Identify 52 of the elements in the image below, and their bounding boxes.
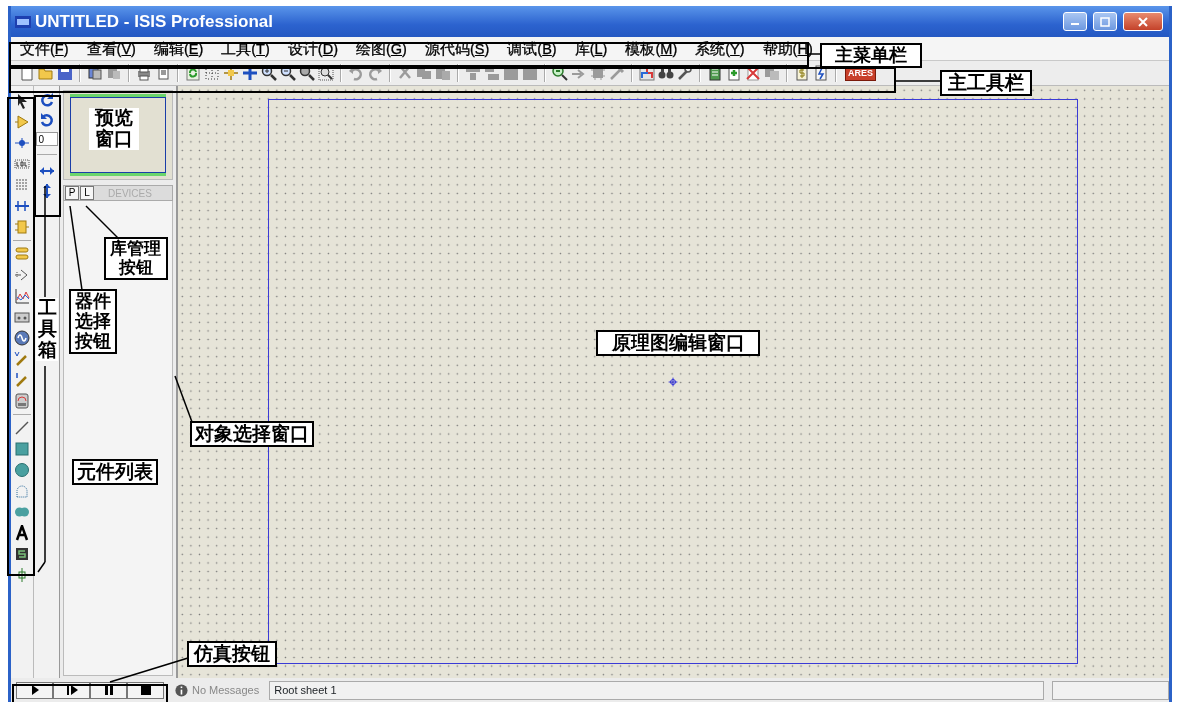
rotate-anticlockwise-icon[interactable] xyxy=(38,112,55,128)
leader-line xyxy=(174,375,193,423)
origin-marker-icon xyxy=(668,376,678,387)
annotation-label: 器件选择按钮 xyxy=(69,289,117,355)
annotation-label: 库管理按钮 xyxy=(104,237,168,281)
box-icon[interactable] xyxy=(14,441,30,457)
maximize-button[interactable] xyxy=(1093,12,1117,31)
junction-dot-icon[interactable] xyxy=(14,135,30,151)
circle-icon[interactable] xyxy=(14,462,30,478)
bus-icon[interactable] xyxy=(14,198,30,214)
step-icon xyxy=(65,685,78,695)
symbol-icon[interactable] xyxy=(14,546,30,562)
tape-recorder-icon[interactable] xyxy=(14,309,30,325)
line-icon[interactable] xyxy=(14,420,30,436)
terminal-icon[interactable] xyxy=(14,246,30,262)
rotate-clockwise-icon[interactable] xyxy=(38,92,55,108)
message-status: No Messages xyxy=(191,682,260,698)
info-icon xyxy=(175,683,188,697)
generator-icon[interactable] xyxy=(14,330,30,346)
minimize-button[interactable] xyxy=(1063,12,1087,31)
maximize-icon xyxy=(1100,16,1110,27)
annotation-label: 主菜单栏 xyxy=(820,43,922,68)
window-title: UNTITLED - ISIS Professional xyxy=(35,10,274,33)
pause-icon xyxy=(103,685,114,695)
close-button[interactable] xyxy=(1123,12,1163,31)
library-tab[interactable]: L xyxy=(80,186,94,200)
component-icon[interactable] xyxy=(14,114,30,130)
virtual-instrument-icon[interactable] xyxy=(14,393,30,409)
text-icon[interactable] xyxy=(14,525,30,541)
voltage-probe-icon[interactable] xyxy=(14,351,30,367)
annotation-label: 工具箱 xyxy=(36,298,58,361)
annotation-label: 原理图编辑窗口 xyxy=(596,330,760,356)
play-icon xyxy=(29,685,40,695)
current-probe-icon[interactable] xyxy=(14,372,30,388)
component-list[interactable] xyxy=(63,201,173,676)
annotation-label: 元件列表 xyxy=(72,459,158,485)
graph-icon[interactable] xyxy=(14,288,30,304)
leader-line xyxy=(894,80,941,82)
annotation-label: 预览窗口 xyxy=(89,108,139,150)
app-icon xyxy=(15,13,31,30)
sheet-status: Root sheet 1 xyxy=(269,680,1044,700)
close-icon xyxy=(1138,16,1148,27)
leader-line xyxy=(85,205,119,239)
pick-devices-tab[interactable]: P xyxy=(65,186,79,200)
angle-field[interactable]: 0 xyxy=(35,132,58,146)
leader-line xyxy=(807,53,821,55)
annotation-label: 对象选择窗口 xyxy=(190,421,314,447)
rule-check-icon[interactable] xyxy=(813,65,829,81)
annotation-label: 主工具栏 xyxy=(940,70,1032,96)
stop-icon xyxy=(140,685,151,695)
annotation-label: 仿真按钮 xyxy=(187,641,277,667)
device-pin-icon[interactable] xyxy=(14,267,30,283)
